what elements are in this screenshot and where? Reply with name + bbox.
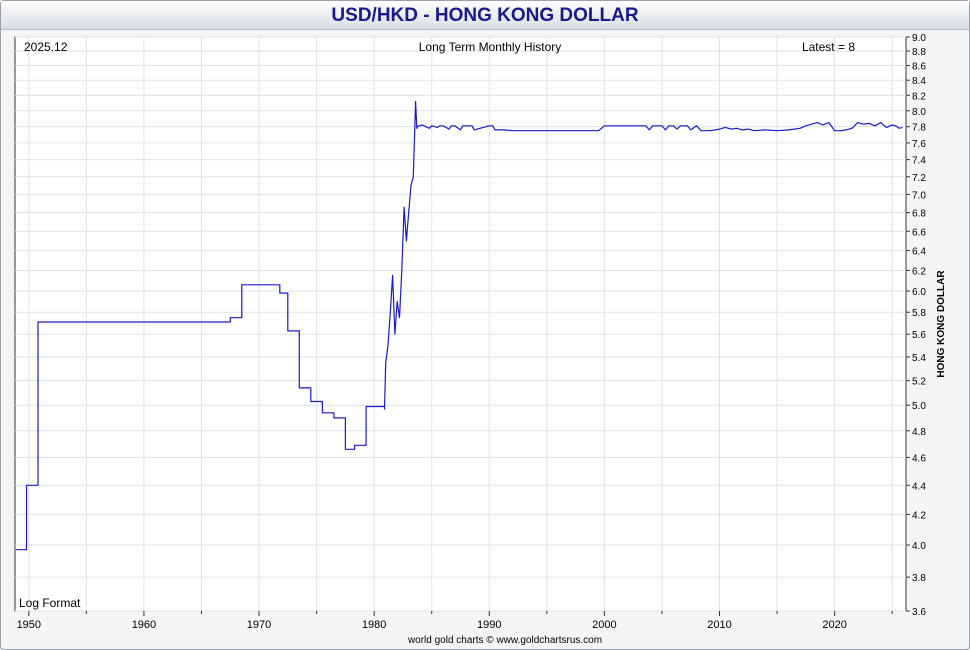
scale-note: Log Format (19, 596, 81, 610)
y-tick-label: 7.6 (912, 139, 926, 150)
date-label: 2025.12 (24, 40, 68, 54)
y-axis-label: HONG KONG DOLLAR (936, 270, 947, 378)
y-tick-label: 5.8 (912, 308, 926, 319)
y-tick-label: 5.0 (912, 401, 926, 412)
latest-label: Latest = 8 (802, 40, 855, 54)
x-tick-label: 1960 (132, 619, 156, 631)
y-tick-label: 8.4 (912, 76, 926, 87)
y-tick-label: 5.2 (912, 377, 926, 388)
x-tick-label: 1980 (362, 619, 386, 631)
x-tick-label: 2010 (707, 619, 731, 631)
y-tick-label: 4.6 (912, 453, 926, 464)
y-tick-label: 4.8 (912, 427, 926, 438)
y-tick-label: 3.8 (912, 573, 926, 584)
chart-subtitle: Long Term Monthly History (419, 40, 562, 54)
y-tick-label: 6.4 (912, 247, 926, 258)
x-tick-label: 1950 (17, 619, 41, 631)
x-tick-label: 1970 (247, 619, 271, 631)
y-tick-label: 5.6 (912, 330, 926, 341)
x-tick-label: 2000 (592, 619, 616, 631)
y-tick-label: 7.2 (912, 173, 926, 184)
y-tick-label: 4.2 (912, 510, 926, 521)
y-tick-label: 6.8 (912, 209, 926, 220)
y-tick-label: 5.4 (912, 353, 926, 364)
y-tick-label: 6.2 (912, 266, 926, 277)
x-axis: 1950 1960 1970 1980 1990 2000 2010 2020 (17, 611, 893, 631)
y-tick-label: 8.8 (912, 47, 926, 58)
y-tick-label: 4.4 (912, 481, 926, 492)
y-tick-label: 8.6 (912, 61, 926, 72)
y-tick-label: 6.6 (912, 227, 926, 238)
plot-area (14, 36, 907, 612)
y-tick-label: 6.0 (912, 287, 926, 298)
y-tick-label: 9.0 (912, 33, 926, 44)
y-tick-label: 7.4 (912, 156, 926, 167)
chart-svg: 1950 1960 1970 1980 1990 2000 2010 2020 3.6 3.8 4… (14, 33, 947, 646)
x-tick-label: 1990 (477, 619, 501, 631)
footer-credit: world gold charts © www.goldchartsrus.co… (407, 635, 602, 646)
y-tick-label: 8.2 (912, 91, 926, 102)
y-tick-label: 7.0 (912, 190, 926, 201)
y-tick-label: 8.0 (912, 107, 926, 118)
x-tick-label: 2020 (822, 619, 846, 631)
y-axis: 3.6 3.8 4.0 4.2 4.4 4.6 4.8 5.0 5.2 5.4 5.6 5.8 6.0 6… (906, 33, 926, 618)
y-tick-label: 7.8 (912, 123, 926, 134)
y-tick-label: 3.6 (912, 607, 926, 618)
y-tick-label: 4.0 (912, 541, 926, 552)
